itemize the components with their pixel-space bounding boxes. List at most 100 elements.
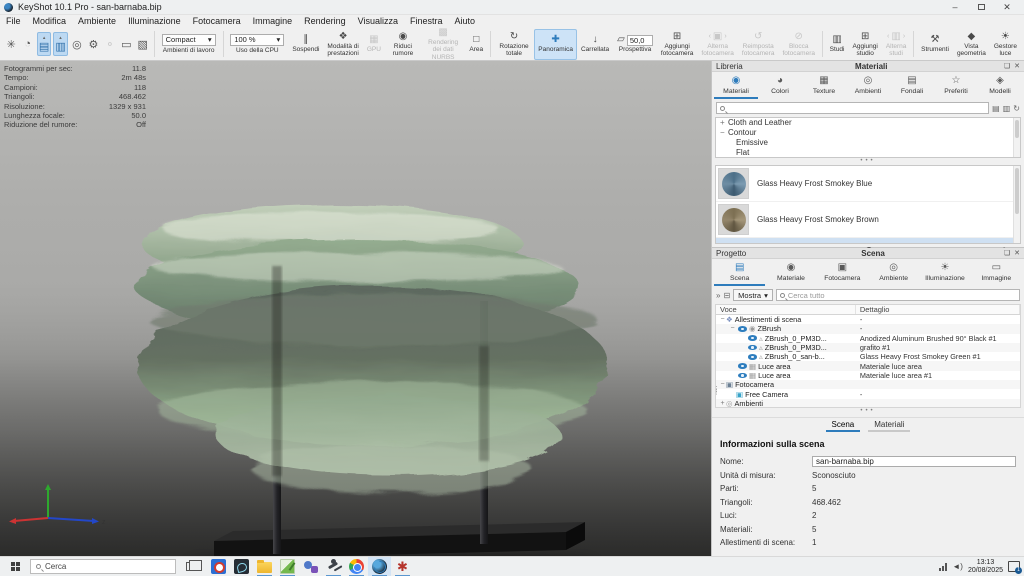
tree-expander-icon[interactable]: − [719, 381, 726, 388]
column-voce[interactable]: Voce [716, 305, 856, 314]
show-filter-button[interactable]: Mostra ▾ [733, 289, 773, 301]
scene-tree-row-ambienti-9[interactable]: +◎Ambienti [716, 399, 1020, 408]
alterna-studi-button[interactable]: ‹▥›Alterna studi [882, 29, 911, 60]
project-tab-illuminazione[interactable]: ☀Illuminazione [919, 261, 970, 286]
menu-file[interactable]: File [0, 15, 27, 28]
visibility-eye-icon[interactable] [748, 345, 757, 351]
material-item-glass-heavy-frost-smokey-brown[interactable]: Glass Heavy Frost Smokey Brown [716, 202, 1020, 238]
tree-expander-icon[interactable]: − [719, 316, 726, 323]
taskbar-app-zbrush[interactable] [322, 557, 345, 576]
panoramica-button[interactable]: ✚Panoramica [534, 29, 577, 60]
undock-icon[interactable]: ❏ [1004, 249, 1010, 257]
taskbar-app-remote-desktop[interactable] [299, 557, 322, 576]
network-icon[interactable] [939, 563, 947, 571]
settings-gears-button[interactable]: ⚙ [86, 32, 100, 56]
strumenti-button[interactable]: ⚒Strumenti [917, 29, 953, 60]
library-folder-cloth-and-leather[interactable]: +Cloth and Leather [716, 118, 1020, 128]
carrellata-button[interactable]: ↓Carrellata [577, 29, 613, 60]
menu-rendering[interactable]: Rendering [298, 15, 352, 28]
scene-tree-row-luce-area-6[interactable]: ▦Luce areaMateriale luce area #1 [716, 371, 1020, 380]
close-panel-icon[interactable]: ✕ [1014, 249, 1020, 257]
library-toggle-button[interactable]: ▴▤ [37, 32, 51, 56]
visibility-eye-icon[interactable] [748, 335, 757, 341]
studi-button[interactable]: ▥Studi [826, 29, 849, 60]
refresh-icon[interactable]: ↻ [1013, 104, 1020, 113]
workspace-dropdown-ambienti-di-lavoro[interactable]: Compact▾Ambienti di lavoro [158, 29, 220, 60]
material-list[interactable]: Glass Heavy Frost Smokey BlueGlass Heavy… [715, 165, 1021, 244]
aggiungi-fotocamera-button[interactable]: ⊞Aggiungi fotocamera [657, 29, 698, 60]
library-search-input[interactable] [716, 102, 989, 114]
render-options-button[interactable]: ✳ [4, 32, 18, 56]
tree-expander-icon[interactable]: − [720, 128, 728, 138]
vista-geometria-button[interactable]: ◆Vista geometria [953, 29, 990, 60]
project-tab-materiale[interactable]: ◉Materiale [765, 261, 816, 286]
taskbar-search-input[interactable]: Cerca [30, 559, 176, 574]
library-tab-texture[interactable]: ▦Texture [802, 74, 846, 99]
modalit-di-prestazioni-button[interactable]: ❖Modalità di prestazioni [323, 29, 362, 60]
realtime-viewport[interactable]: Fotogrammi per sec:11.8Tempo:2m 48sCampi… [0, 61, 711, 556]
library-folder-contour[interactable]: −Contour [716, 128, 1020, 138]
project-tab-immagine[interactable]: ▭Immagine [971, 261, 1022, 286]
alterna-fotocamera-button[interactable]: ‹▣›Alterna fotocamera [697, 29, 738, 60]
volume-icon[interactable]: ◄) [952, 562, 963, 571]
visibility-eye-icon[interactable] [738, 326, 747, 332]
menu-visualizza[interactable]: Visualizza [352, 15, 404, 28]
close-button[interactable]: ✕ [994, 0, 1020, 14]
notification-center-icon[interactable]: 1 [1008, 561, 1020, 572]
panel-edge-handle[interactable]: ⋮⋮ [713, 388, 720, 395]
gestore-luce-button[interactable]: ☀Gestore luce [990, 29, 1021, 60]
project-tab-ambiente[interactable]: ◎Ambiente [868, 261, 919, 286]
subtab-scena[interactable]: Scena [826, 420, 861, 432]
visibility-eye-icon[interactable] [738, 363, 747, 369]
environment-sphere-button[interactable]: ◎ [70, 32, 84, 56]
project-tab-scena[interactable]: ▤Scena [714, 261, 765, 286]
scene-name-input[interactable] [812, 456, 1016, 467]
reimposta-fotocamera-button[interactable]: ↺Reimposta fotocamera [738, 29, 779, 60]
maximize-button[interactable] [968, 0, 994, 14]
scene-tree-row-zbrush-0-san-b-4[interactable]: ▵ZBrush_0_san-b...Glass Heavy Frost Smok… [716, 352, 1020, 361]
tree-expander-icon[interactable]: − [729, 325, 736, 332]
menu-fotocamera[interactable]: Fotocamera [187, 15, 247, 28]
tree-structure-icon[interactable]: ⊟ [723, 291, 730, 300]
scene-tree-row-allestimenti-di-scena-0[interactable]: −❖Allestimenti di scena- [716, 315, 1020, 324]
taskbar-app-chrome[interactable] [345, 557, 368, 576]
subtab-materiali[interactable]: Materiali [868, 420, 910, 432]
workspace-dropdown-uso-della-cpu[interactable]: 100 %▾Uso della CPU [226, 29, 288, 60]
uso-della-cpu-select[interactable]: 100 %▾ [230, 34, 284, 46]
tree-expander-icon[interactable]: + [720, 118, 728, 128]
menu-modifica[interactable]: Modifica [27, 15, 73, 28]
start-button[interactable] [0, 557, 30, 576]
perspective-value-input[interactable] [627, 35, 653, 46]
library-tab-modelli[interactable]: ◈Modelli [978, 74, 1022, 99]
filter-folders-icon[interactable]: ▤ [992, 104, 1000, 113]
material-item-partial-selected[interactable] [716, 238, 1013, 243]
ambienti-di-lavoro-select[interactable]: Compact▾ [162, 34, 216, 46]
library-tab-colori[interactable]: ◕Colori [758, 74, 802, 99]
taskbar-app-photos[interactable] [276, 557, 299, 576]
riduci-rumore-button[interactable]: ◉Riduci rumore [385, 29, 421, 60]
blocca-fotocamera-button[interactable]: ⊘Blocca fotocamera [778, 29, 819, 60]
library-tab-ambienti[interactable]: ◎Ambienti [846, 74, 890, 99]
monitor-button[interactable]: ▭ [119, 32, 133, 56]
scene-tree[interactable]: −❖Allestimenti di scena-−◉ZBrush-▵ZBrush… [715, 315, 1021, 408]
scene-tree-row-luce-area-5[interactable]: ▦Luce areaMateriale luce area [716, 361, 1020, 370]
project-tab-fotocamera[interactable]: ▣Fotocamera [817, 261, 868, 286]
menu-ambiente[interactable]: Ambiente [72, 15, 122, 28]
show-subfolders-icon[interactable]: ▥ [1003, 104, 1011, 113]
visibility-eye-icon[interactable] [748, 354, 757, 360]
project-splitter-handle[interactable]: ••• [712, 408, 1024, 415]
link-button[interactable]: ⚬ [103, 32, 117, 56]
library-tree-scrollbar[interactable] [1013, 118, 1020, 157]
library-tab-preferiti[interactable]: ☆Preferiti [934, 74, 978, 99]
scene-tree-row-zbrush-0-pm3d-3[interactable]: ▵ZBrush_0_PM3D...grafito #1 [716, 343, 1020, 352]
scene-tree-row-fotocamera-7[interactable]: −▣Fotocamera [716, 380, 1020, 389]
library-tab-materiali[interactable]: ◉Materiali [714, 74, 758, 99]
menu-immagine[interactable]: Immagine [247, 15, 299, 28]
scene-tree-row-free-camera-8[interactable]: ▣Free Camera- [716, 389, 1020, 398]
taskbar-app-keyshot[interactable] [368, 557, 391, 576]
task-view-icon[interactable] [186, 562, 197, 571]
menu-illuminazione[interactable]: Illuminazione [122, 15, 187, 28]
library-folder-emissive[interactable]: Emissive [716, 138, 1020, 148]
minimize-button[interactable]: – [942, 0, 968, 14]
close-panel-icon[interactable]: ✕ [1014, 62, 1020, 70]
